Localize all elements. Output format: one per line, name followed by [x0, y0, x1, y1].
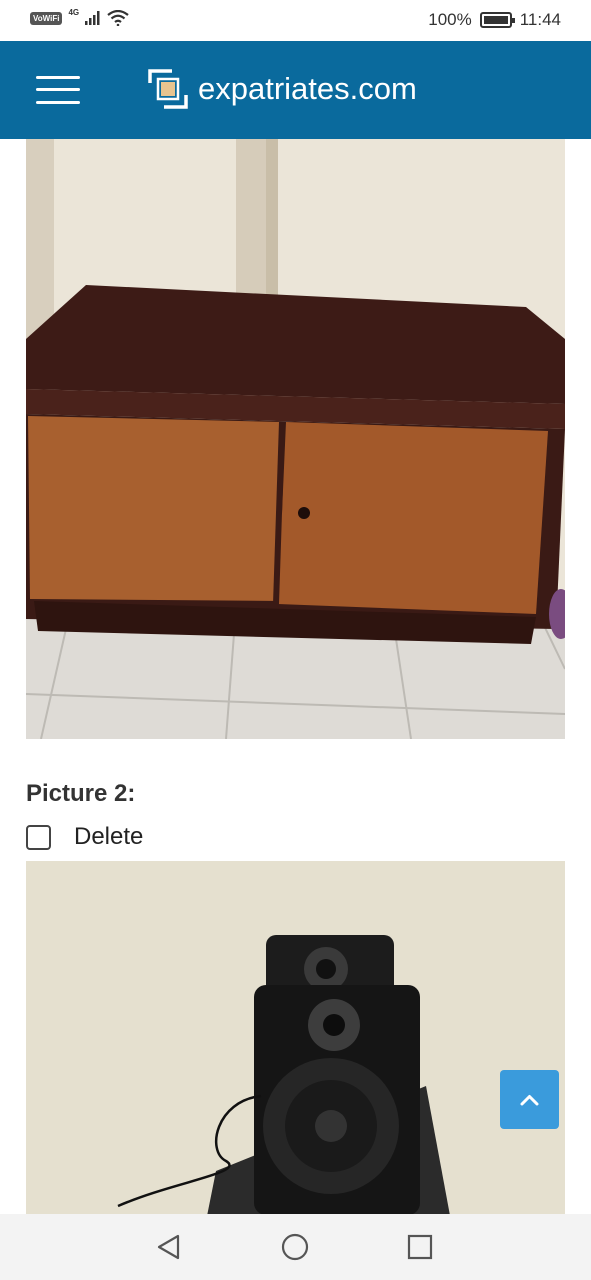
vowifi-badge: VoWiFi	[30, 11, 63, 25]
battery-percent: 100%	[428, 10, 472, 29]
network-type: 4G	[68, 7, 80, 17]
page-content: Picture 2: Delete	[0, 139, 591, 1214]
listing-photo-cabinet	[26, 139, 565, 739]
picture-label: Picture 2:	[26, 780, 136, 807]
home-circle-icon[interactable]	[279, 1231, 311, 1263]
brand-name: expatriates.com	[198, 71, 417, 106]
listing-photo-speakers	[26, 861, 565, 1214]
expatriates-logo-icon	[148, 69, 188, 109]
signal-icon	[85, 11, 100, 25]
system-nav-bar	[0, 1214, 591, 1280]
cabinet-image	[26, 139, 565, 739]
status-left: VoWiFi 4G	[30, 7, 129, 26]
battery-icon	[479, 12, 515, 28]
status-right: 100% 11:44	[428, 10, 561, 30]
speakers-image	[26, 861, 565, 1214]
scroll-to-top-button[interactable]	[500, 1070, 559, 1129]
status-bar: VoWiFi 4G 100% 11:44	[0, 0, 591, 41]
wifi-icon	[107, 10, 129, 26]
site-header: expatriates.com	[0, 41, 591, 139]
delete-label[interactable]: Delete	[74, 823, 143, 851]
delete-picture-row[interactable]: Delete	[26, 823, 143, 851]
brand-link[interactable]: expatriates.com	[148, 69, 417, 109]
recents-square-icon[interactable]	[404, 1231, 436, 1263]
back-triangle-icon[interactable]	[153, 1231, 185, 1263]
hamburger-menu-icon[interactable]	[36, 74, 80, 106]
clock: 11:44	[519, 10, 561, 29]
chevron-up-icon	[520, 1095, 539, 1106]
delete-checkbox[interactable]	[26, 824, 51, 850]
